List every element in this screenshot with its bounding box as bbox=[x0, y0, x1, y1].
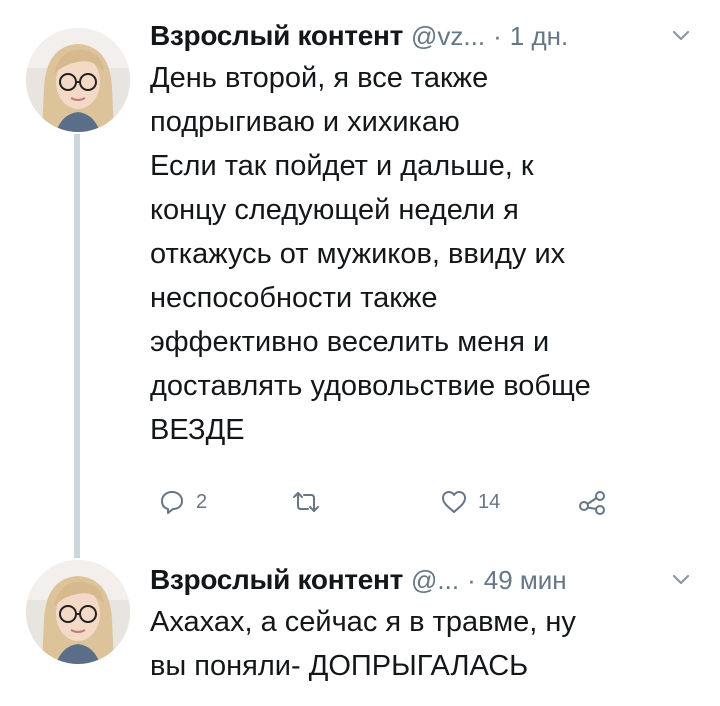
reply-button[interactable]: 2 bbox=[158, 482, 207, 522]
avatar-image bbox=[26, 560, 130, 664]
display-name[interactable]: Взрослый контент bbox=[150, 20, 403, 52]
timestamp[interactable]: 49 мин bbox=[484, 565, 567, 596]
tweet-text: День второй, я все также подрыгиваю и хи… bbox=[150, 56, 710, 452]
avatar[interactable] bbox=[26, 560, 130, 664]
tweet-text-line: концу следующей недели я bbox=[150, 194, 519, 226]
tweet-text-line: Если так пойдет и дальше, к bbox=[150, 150, 534, 182]
tweet-text-line: День второй, я все также bbox=[150, 62, 489, 94]
heart-icon bbox=[442, 491, 466, 513]
tweet-1[interactable]: Взрослый контент @vz... · 1 дн. День вто… bbox=[150, 18, 710, 452]
tweet-text-line: доставлять удовольствие вобще bbox=[150, 370, 591, 402]
chevron-down-icon[interactable] bbox=[670, 25, 692, 47]
tweet-text-line: вы поняли- ДОПРЫГАЛАСЬ bbox=[150, 650, 529, 682]
avatar[interactable] bbox=[26, 28, 130, 132]
avatar-image bbox=[26, 28, 130, 132]
user-handle[interactable]: @vz... bbox=[411, 21, 485, 52]
retweet-button[interactable] bbox=[290, 482, 322, 522]
separator-dot: · bbox=[467, 564, 476, 595]
reply-count: 2 bbox=[196, 490, 208, 513]
tweet-text-line: эффективно веселить меня и bbox=[150, 326, 550, 358]
tweet-text-line: откажусь от мужиков, ввиду их bbox=[150, 238, 566, 270]
retweet-icon bbox=[293, 492, 319, 512]
tweet-header: Взрослый контент @... · 49 мин bbox=[150, 562, 710, 598]
share-icon bbox=[579, 491, 605, 515]
tweet-2[interactable]: Взрослый контент @... · 49 мин Ахахах, а… bbox=[150, 562, 710, 688]
display-name[interactable]: Взрослый контент bbox=[150, 564, 403, 596]
tweet-text-line: Ахахах, а сейчас я в травме, ну bbox=[150, 606, 576, 638]
like-count: 14 bbox=[478, 490, 501, 513]
tweet-text: Ахахах, а сейчас я в травме, ну вы понял… bbox=[150, 600, 710, 688]
separator-dot: · bbox=[493, 20, 502, 51]
timestamp[interactable]: 1 дн. bbox=[510, 21, 568, 52]
tweet-text-line: подрыгиваю и хихикаю bbox=[150, 106, 460, 138]
tweet-actions: 2 14 bbox=[150, 482, 650, 522]
tweet-text-line: ВЕЗДЕ bbox=[150, 414, 245, 446]
thread-connector-line bbox=[74, 134, 80, 558]
chevron-down-icon[interactable] bbox=[670, 569, 692, 591]
like-button[interactable]: 14 bbox=[440, 482, 500, 522]
share-button[interactable] bbox=[578, 482, 608, 522]
user-handle[interactable]: @... bbox=[411, 565, 459, 596]
tweet-text-line: неспособности также bbox=[150, 282, 438, 314]
tweet-header: Взрослый контент @vz... · 1 дн. bbox=[150, 18, 710, 54]
reply-icon bbox=[161, 491, 183, 514]
